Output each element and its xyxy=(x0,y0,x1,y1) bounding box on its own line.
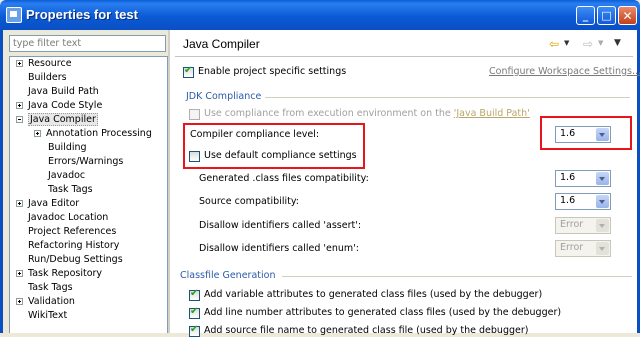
expand-icon[interactable] xyxy=(16,200,23,207)
forward-arrow-icon[interactable]: ⇨ xyxy=(583,37,593,51)
tree-item-task-tags-child[interactable]: Task Tags xyxy=(34,183,93,197)
chevron-down-icon[interactable] xyxy=(596,195,609,208)
title-bar[interactable]: Properties for test _ □ ✕ xyxy=(0,0,640,30)
chevron-down-icon xyxy=(596,219,609,232)
expand-icon[interactable] xyxy=(34,130,41,137)
add-variable-attributes-label: Add variable attributes to generated cla… xyxy=(204,289,543,300)
highlight-box-compliance xyxy=(183,123,365,169)
generated-class-select[interactable]: 1.6 xyxy=(555,170,611,187)
expand-icon[interactable] xyxy=(16,102,23,109)
enable-project-specific-checkbox[interactable] xyxy=(183,65,194,78)
enable-project-specific-label: Enable project specific settings xyxy=(198,66,347,77)
disallow-assert-select[interactable]: Error xyxy=(555,217,611,234)
tree-item-java-code-style[interactable]: Java Code Style xyxy=(16,99,102,113)
tree-item-project-references[interactable]: Project References xyxy=(16,225,116,239)
page-title: Java Compiler xyxy=(183,37,260,51)
disallow-enum-select[interactable]: Error xyxy=(555,240,611,257)
tree-item-annotation-processing[interactable]: Annotation Processing xyxy=(34,127,152,141)
tree-item-run-debug-settings[interactable]: Run/Debug Settings xyxy=(16,253,123,267)
tree-item-task-tags[interactable]: Task Tags xyxy=(16,281,73,295)
view-menu-icon[interactable]: ▼ xyxy=(614,38,621,48)
title-separator xyxy=(175,56,633,57)
add-line-number-attributes-label: Add line number attributes to generated … xyxy=(204,307,562,318)
window-icon xyxy=(6,7,22,23)
tree-item-java-compiler[interactable]: Java Compiler xyxy=(16,113,98,127)
maximize-button[interactable]: □ xyxy=(597,6,616,25)
tree-item-java-build-path[interactable]: Java Build Path xyxy=(16,85,99,99)
tree-item-javadoc-location[interactable]: Javadoc Location xyxy=(16,211,108,225)
minimize-button[interactable]: _ xyxy=(576,6,595,25)
group-divider xyxy=(265,97,630,98)
add-source-file-name-label: Add source file name to generated class … xyxy=(204,325,529,336)
tree-item-javadoc[interactable]: Javadoc xyxy=(34,169,85,183)
back-arrow-icon[interactable]: ⇦ xyxy=(549,37,559,51)
tree-item-errors-warnings[interactable]: Errors/Warnings xyxy=(34,155,123,169)
disallow-enum-label: Disallow identifiers called 'enum': xyxy=(199,243,359,254)
generated-class-label: Generated .class files compatibility: xyxy=(199,173,369,184)
highlight-box-compliance-value xyxy=(540,116,632,150)
expand-icon[interactable] xyxy=(16,60,23,67)
tree-item-refactoring-history[interactable]: Refactoring History xyxy=(16,239,119,253)
expand-icon[interactable] xyxy=(16,298,23,305)
collapse-icon[interactable] xyxy=(16,116,23,123)
expand-icon[interactable] xyxy=(16,270,23,277)
tree-item-building[interactable]: Building xyxy=(34,141,87,155)
forward-dropdown-icon[interactable]: ▼ xyxy=(598,39,603,47)
tree-item-validation[interactable]: Validation xyxy=(16,295,75,309)
window-title: Properties for test xyxy=(26,7,138,22)
use-env-compliance-checkbox[interactable] xyxy=(189,109,200,120)
jdk-compliance-group-label: JDK Compliance xyxy=(186,91,262,102)
property-tree[interactable]: Resource Builders Java Build Path Java C… xyxy=(9,56,168,333)
tree-item-resource[interactable]: Resource xyxy=(16,57,72,71)
source-compat-select[interactable]: 1.6 xyxy=(555,193,611,210)
add-line-number-attributes-checkbox[interactable] xyxy=(189,306,200,319)
java-build-path-link[interactable]: 'Java Build Path' xyxy=(454,108,530,119)
use-env-compliance-label: Use compliance from execution environmen… xyxy=(204,108,530,119)
chevron-down-icon[interactable] xyxy=(596,172,609,185)
chevron-down-icon xyxy=(596,242,609,255)
source-compat-label: Source compatibility: xyxy=(199,196,299,207)
configure-workspace-link[interactable]: Configure Workspace Settings... xyxy=(489,66,640,77)
tree-item-wikitext[interactable]: WikiText xyxy=(16,309,67,323)
tree-item-builders[interactable]: Builders xyxy=(16,71,67,85)
disallow-assert-label: Disallow identifiers called 'assert': xyxy=(199,220,362,231)
tree-item-task-repository[interactable]: Task Repository xyxy=(16,267,102,281)
add-variable-attributes-checkbox[interactable] xyxy=(189,288,200,301)
close-button[interactable]: ✕ xyxy=(618,6,637,25)
classfile-generation-group-label: Classfile Generation xyxy=(180,270,276,281)
tree-item-java-editor[interactable]: Java Editor xyxy=(16,197,79,211)
add-source-file-name-checkbox[interactable] xyxy=(189,324,200,337)
back-dropdown-icon[interactable]: ▼ xyxy=(564,39,569,47)
filter-input[interactable]: type filter text xyxy=(9,35,166,52)
group-divider xyxy=(282,276,632,277)
